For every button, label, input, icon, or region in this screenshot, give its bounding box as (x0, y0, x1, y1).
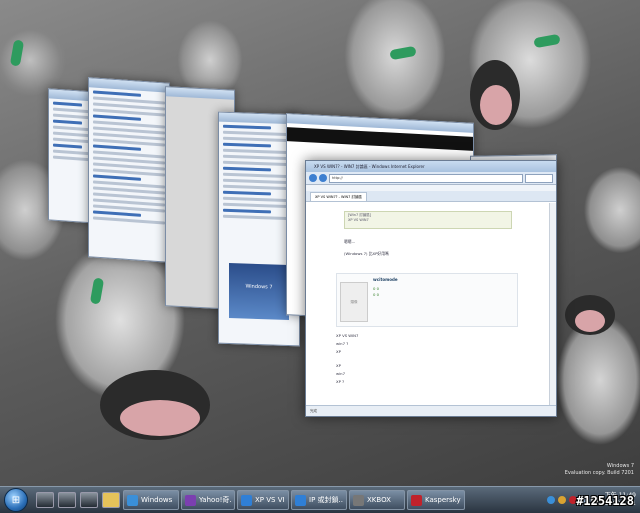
search-input[interactable] (525, 173, 553, 183)
window-titlebar (166, 87, 234, 100)
yahoo-icon (185, 494, 196, 506)
post-body-line: XP (336, 363, 341, 368)
wallpaper-tongue (480, 85, 512, 125)
quick-launch-desktop-icon[interactable] (58, 492, 76, 508)
window-icon (127, 494, 138, 506)
ie-window[interactable]: XP VS WIN7? - WIN7 討論區 - Windows Interne… (305, 160, 557, 417)
desktop-background: Windows 7 XP VS WIN7? - WIN7 討論區 - Windo… (0, 0, 640, 486)
ie-icon (241, 494, 252, 506)
post-meta: 0 0 (373, 286, 380, 291)
navigation-bar: http:// (306, 172, 556, 185)
forward-button[interactable] (319, 174, 327, 182)
taskbar-button-windows[interactable]: Windows ... (123, 490, 179, 510)
window-title: XP VS WIN7? - WIN7 討論區 - Windows Interne… (306, 161, 556, 172)
tab-strip: XP VS WIN7? - WIN7 討論區 (306, 191, 556, 202)
ie-icon (295, 494, 306, 506)
back-button[interactable] (309, 174, 317, 182)
avatar: 頭像 (340, 282, 368, 322)
forum-post: 頭像 wcitomode 0 0 0 0 (336, 273, 518, 327)
wallpaper-eye (389, 45, 417, 61)
taskbar-label: Windows ... (141, 496, 175, 504)
taskbar-label: XP VS VIS... (255, 496, 285, 504)
post-username[interactable]: wcitomode (373, 277, 398, 282)
taskbar-label: IP 或封鎖... (309, 496, 343, 504)
post-body-line: XP VS WIN7 (336, 333, 359, 338)
wallpaper-tongue (575, 310, 605, 332)
quick-launch-ie-icon[interactable] (36, 492, 54, 508)
address-bar[interactable]: http:// (329, 173, 523, 183)
build-watermark: Windows 7 Evaluation copy. Build 7201 (565, 463, 634, 477)
wallpaper-eye (89, 277, 105, 305)
watermark-line: Windows 7 (606, 463, 634, 469)
vertical-scrollbar[interactable] (549, 203, 556, 406)
quick-launch-switch-icon[interactable] (80, 492, 98, 508)
taskbar-label: Kaspersky ... (425, 496, 461, 504)
taskbar: ⊞ Windows ... Yahoo!奇... XP VS VIS... IP… (0, 486, 640, 513)
kaspersky-icon (411, 494, 422, 506)
wallpaper-tongue (120, 400, 200, 436)
start-button[interactable]: ⊞ (4, 488, 28, 512)
tab-forum[interactable]: XP VS WIN7? - WIN7 討論區 (310, 192, 367, 201)
greeting-text: 嗯嗯... (344, 239, 356, 244)
post-body-line: XP ? (336, 379, 345, 384)
status-bar: 完成 (306, 405, 556, 416)
windows-logo-icon: ⊞ (11, 494, 21, 506)
notice-box: [Win7 討論區] XP VS WIN7 (344, 211, 512, 229)
banner-text: Windows 7 (245, 283, 273, 291)
stacked-window-2[interactable] (88, 77, 170, 263)
app-icon (353, 494, 364, 506)
wallpaper-eye (9, 39, 25, 67)
taskbar-button-ie-xp-vs-vista[interactable]: XP VS VIS... (237, 490, 289, 510)
post-body-line: win7 (336, 371, 345, 376)
taskbar-label: XKBOX (367, 496, 391, 504)
tray-icon[interactable] (557, 496, 566, 504)
taskbar-button-ie-ip[interactable]: IP 或封鎖... (291, 490, 347, 510)
post-body-line: XP (336, 349, 341, 354)
overlay-id-number: #1254128 (576, 494, 634, 508)
ad-banner[interactable]: Windows 7 (229, 262, 289, 321)
tray-icon[interactable] (546, 496, 555, 504)
taskbar-button-yahoo[interactable]: Yahoo!奇... (181, 490, 235, 510)
notice-line: XP VS WIN7 (348, 218, 369, 222)
wallpaper-eye (533, 33, 561, 49)
body-text: (Windows 7) 比XP好用嗎 (344, 251, 389, 256)
watermark-line: Evaluation copy. Build 7201 (564, 470, 634, 476)
page-content: [Win7 討論區] XP VS WIN7 嗯嗯... (Windows 7) … (306, 203, 556, 406)
post-meta: 0 0 (373, 292, 380, 297)
taskbar-button-kaspersky[interactable]: Kaspersky ... (407, 490, 465, 510)
post-body-line: win7 ? (336, 341, 349, 346)
window-content (89, 90, 169, 225)
quick-launch-folder-icon[interactable] (102, 492, 120, 508)
taskbar-label: Yahoo!奇... (199, 496, 231, 504)
taskbar-button-xkbox[interactable]: XKBOX (349, 490, 405, 510)
